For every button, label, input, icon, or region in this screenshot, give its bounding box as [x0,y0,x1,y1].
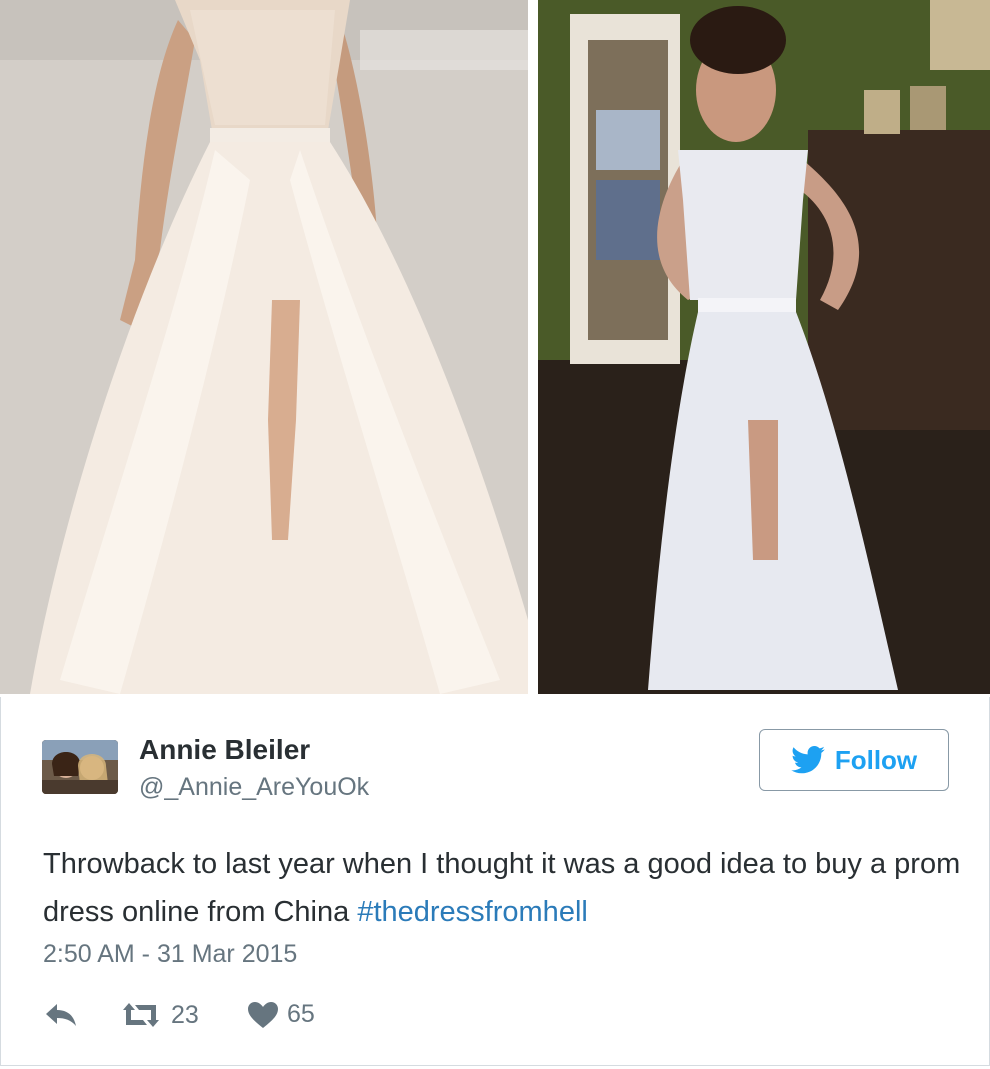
follow-button[interactable]: Follow [759,729,949,791]
avatar[interactable] [42,740,118,794]
avatar-image [42,740,118,794]
runway-dress-illustration [0,0,528,694]
author-handle[interactable]: @_Annie_AreYouOk [139,773,369,802]
author-name[interactable]: Annie Bleiler [139,734,310,766]
tweet-timestamp[interactable]: 2:50 AM - 31 Mar 2015 [43,940,297,969]
retweet-button[interactable]: 23 [119,1000,199,1030]
photo-runway-dress[interactable] [0,0,528,694]
retweet-count: 23 [171,1000,199,1029]
hashtag-link[interactable]: #thedressfromhell [357,896,588,928]
twitter-bird-icon [791,746,825,774]
reply-button[interactable] [43,1000,79,1028]
retweet-icon [123,1003,159,1027]
photo-received-dress[interactable] [538,0,990,694]
tweet-actions: 23 65 [43,1000,443,1036]
heart-icon [248,1001,278,1028]
follow-label: Follow [834,744,918,775]
tweet-text: Throwback to last year when I thought it… [43,840,963,936]
reply-icon [46,1004,76,1026]
received-dress-illustration [538,0,990,694]
like-count: 65 [287,1000,315,1028]
like-button[interactable]: 65 [247,1000,315,1029]
tweet-photos [0,0,990,696]
